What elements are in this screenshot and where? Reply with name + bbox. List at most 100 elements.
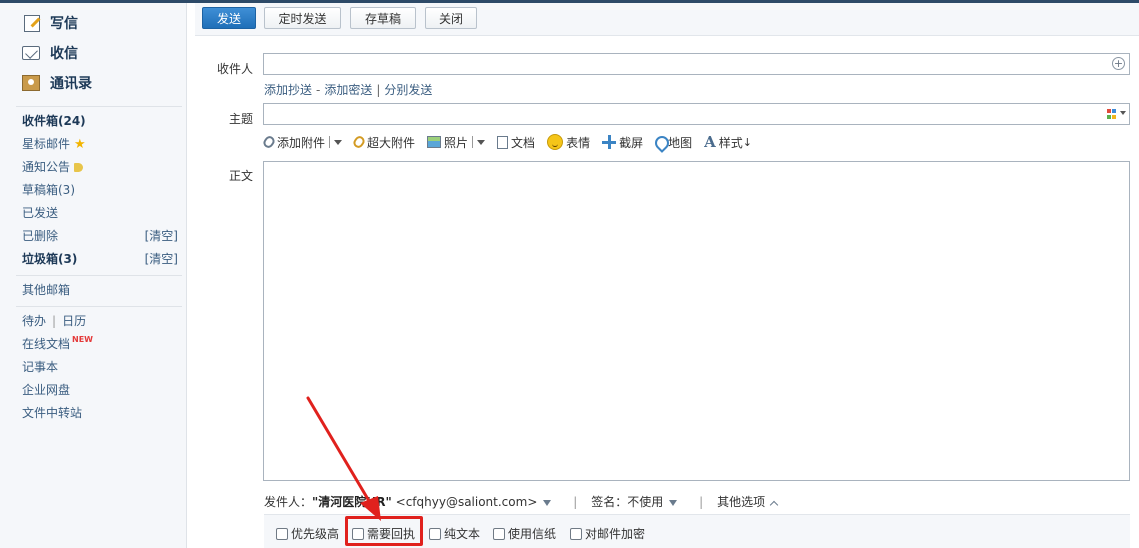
dash-separator: - — [316, 83, 321, 97]
other-mailbox[interactable]: 其他邮箱 — [22, 282, 70, 298]
calendar-link[interactable]: 日历 — [62, 314, 86, 328]
map-label: 地图 — [668, 135, 693, 150]
subject-label: 主题 — [228, 112, 253, 126]
online-docs-link[interactable]: 在线文档 NEW — [22, 335, 93, 352]
photo-label: 照片 — [444, 135, 469, 150]
folder-sent[interactable]: 已发送 — [22, 205, 58, 221]
map-button[interactable]: 地图 — [655, 134, 692, 151]
folder-notice-label: 通知公告 — [22, 160, 71, 174]
priority-label: 优先级高 — [291, 527, 340, 541]
other-options-link[interactable]: 其他选项 — [717, 495, 765, 509]
clear-spam-link[interactable]: [清空] — [145, 251, 178, 267]
attachment-toolbar: 添加附件 超大附件 照片 文档 表情 截屏 地图 A 样式 ↓ — [261, 133, 764, 151]
sidebar-inbox-main[interactable]: 收信 — [22, 42, 78, 64]
add-bcc-link[interactable]: 添加密送 — [324, 83, 372, 97]
add-attachment-button[interactable]: 添加附件 — [261, 134, 343, 151]
chevron-up-icon[interactable] — [769, 500, 779, 509]
chevron-down-icon[interactable] — [334, 139, 343, 145]
subject-input[interactable] — [263, 103, 1130, 125]
signature-dropdown-icon[interactable] — [669, 499, 678, 506]
write-icon — [24, 14, 40, 32]
divider — [329, 136, 331, 148]
priority-option[interactable]: 优先级高 — [276, 525, 339, 542]
sidebar-contacts[interactable]: 通讯录 — [22, 72, 92, 94]
sidebar: 写信 收信 通讯录 收件箱(24) 星标邮件 ★ 通知公告 草稿箱(3) 已发送 … — [0, 3, 187, 548]
font-style-icon: A — [704, 133, 716, 151]
signature-select[interactable]: 签名：不使用 — [591, 495, 663, 509]
chevron-down-icon[interactable] — [1120, 111, 1126, 115]
priority-checkbox[interactable] — [276, 527, 288, 540]
screenshot-label: 截屏 — [619, 135, 644, 150]
netdisk-link[interactable]: 企业网盘 — [22, 382, 70, 398]
clear-deleted-link[interactable]: [清空] — [145, 228, 178, 244]
screenshot-icon — [602, 135, 617, 149]
new-badge: NEW — [72, 335, 93, 344]
encrypt-option[interactable]: 对邮件加密 — [570, 525, 645, 542]
notebook-link[interactable]: 记事本 — [22, 359, 58, 375]
online-docs-label: 在线文档 — [22, 337, 71, 351]
todo-link[interactable]: 待办 — [22, 314, 46, 328]
sidebar-write[interactable]: 写信 — [22, 12, 78, 34]
plain-text-checkbox[interactable] — [429, 527, 441, 540]
folder-deleted[interactable]: 已删除 — [22, 228, 58, 244]
folder-drafts[interactable]: 草稿箱(3) — [22, 182, 75, 198]
stationery-checkbox[interactable] — [493, 527, 505, 540]
big-paperclip-icon — [351, 134, 367, 150]
body-editor[interactable] — [263, 161, 1130, 481]
recipient-links: 添加抄送 - 添加密送 | 分别发送 — [264, 81, 432, 98]
add-attachment-label: 添加附件 — [277, 135, 326, 150]
sender-dropdown-icon[interactable] — [543, 499, 552, 506]
scheduled-send-button[interactable]: 定时发送 — [264, 7, 341, 29]
folder-starred-label: 星标邮件 — [22, 137, 71, 151]
chevron-down-icon[interactable] — [477, 139, 486, 145]
tools-todo-calendar: 待办 | 日历 — [22, 313, 86, 329]
to-input[interactable]: + — [263, 53, 1130, 75]
stationery-option[interactable]: 使用信纸 — [493, 525, 556, 542]
sidebar-divider — [16, 106, 182, 107]
sender-name: "清河医院HR" — [312, 495, 392, 509]
close-button[interactable]: 关闭 — [425, 7, 477, 29]
inbox-icon — [22, 46, 40, 60]
plain-text-option[interactable]: 纯文本 — [429, 525, 480, 542]
photo-icon — [427, 136, 442, 148]
sidebar-divider — [16, 306, 182, 307]
big-attachment-button[interactable]: 超大附件 — [351, 134, 416, 151]
save-draft-button[interactable]: 存草稿 — [350, 7, 416, 29]
big-attachment-label: 超大附件 — [367, 135, 416, 150]
photo-button[interactable]: 照片 — [427, 134, 486, 151]
map-pin-icon — [655, 136, 665, 149]
contacts-icon — [22, 75, 40, 91]
sender-email: <cfqhyy@saliont.com> — [395, 495, 538, 509]
receipt-highlight-box — [345, 516, 423, 546]
paperclip-icon — [261, 134, 277, 150]
encrypt-checkbox[interactable] — [570, 527, 582, 540]
send-button[interactable]: 发送 — [202, 7, 256, 29]
body-label: 正文 — [228, 169, 253, 183]
folder-inbox[interactable]: 收件箱(24) — [22, 113, 86, 129]
transfer-link[interactable]: 文件中转站 — [22, 405, 82, 421]
style-button[interactable]: A 样式 ↓ — [704, 133, 752, 151]
plain-text-label: 纯文本 — [444, 527, 481, 541]
color-grid-icon[interactable] — [1107, 109, 1117, 119]
speaker-icon — [74, 163, 84, 172]
emoji-label: 表情 — [566, 135, 591, 150]
add-cc-link[interactable]: 添加抄送 — [264, 83, 312, 97]
screenshot-button[interactable]: 截屏 — [602, 134, 643, 151]
pipe-separator: | — [376, 83, 381, 97]
pipe-separator: | — [699, 495, 704, 509]
emoji-button[interactable]: 表情 — [547, 134, 590, 151]
add-contact-icon[interactable]: + — [1112, 57, 1125, 70]
compose-toolbar: 发送 定时发送 存草稿 关闭 — [195, 3, 1139, 36]
stationery-label: 使用信纸 — [508, 527, 557, 541]
folder-starred[interactable]: 星标邮件 ★ — [22, 136, 86, 153]
folder-notice[interactable]: 通知公告 — [22, 159, 84, 175]
sidebar-inbox-main-label: 收信 — [50, 46, 78, 62]
sidebar-divider — [16, 275, 182, 276]
sender-label: 发件人： — [264, 495, 313, 509]
to-label: 收件人 — [216, 62, 253, 76]
folder-spam[interactable]: 垃圾箱(3) — [22, 251, 77, 267]
sidebar-write-label: 写信 — [50, 16, 78, 32]
document-button[interactable]: 文档 — [497, 134, 535, 151]
encrypt-label: 对邮件加密 — [585, 527, 646, 541]
separate-send-link[interactable]: 分别发送 — [384, 83, 432, 97]
